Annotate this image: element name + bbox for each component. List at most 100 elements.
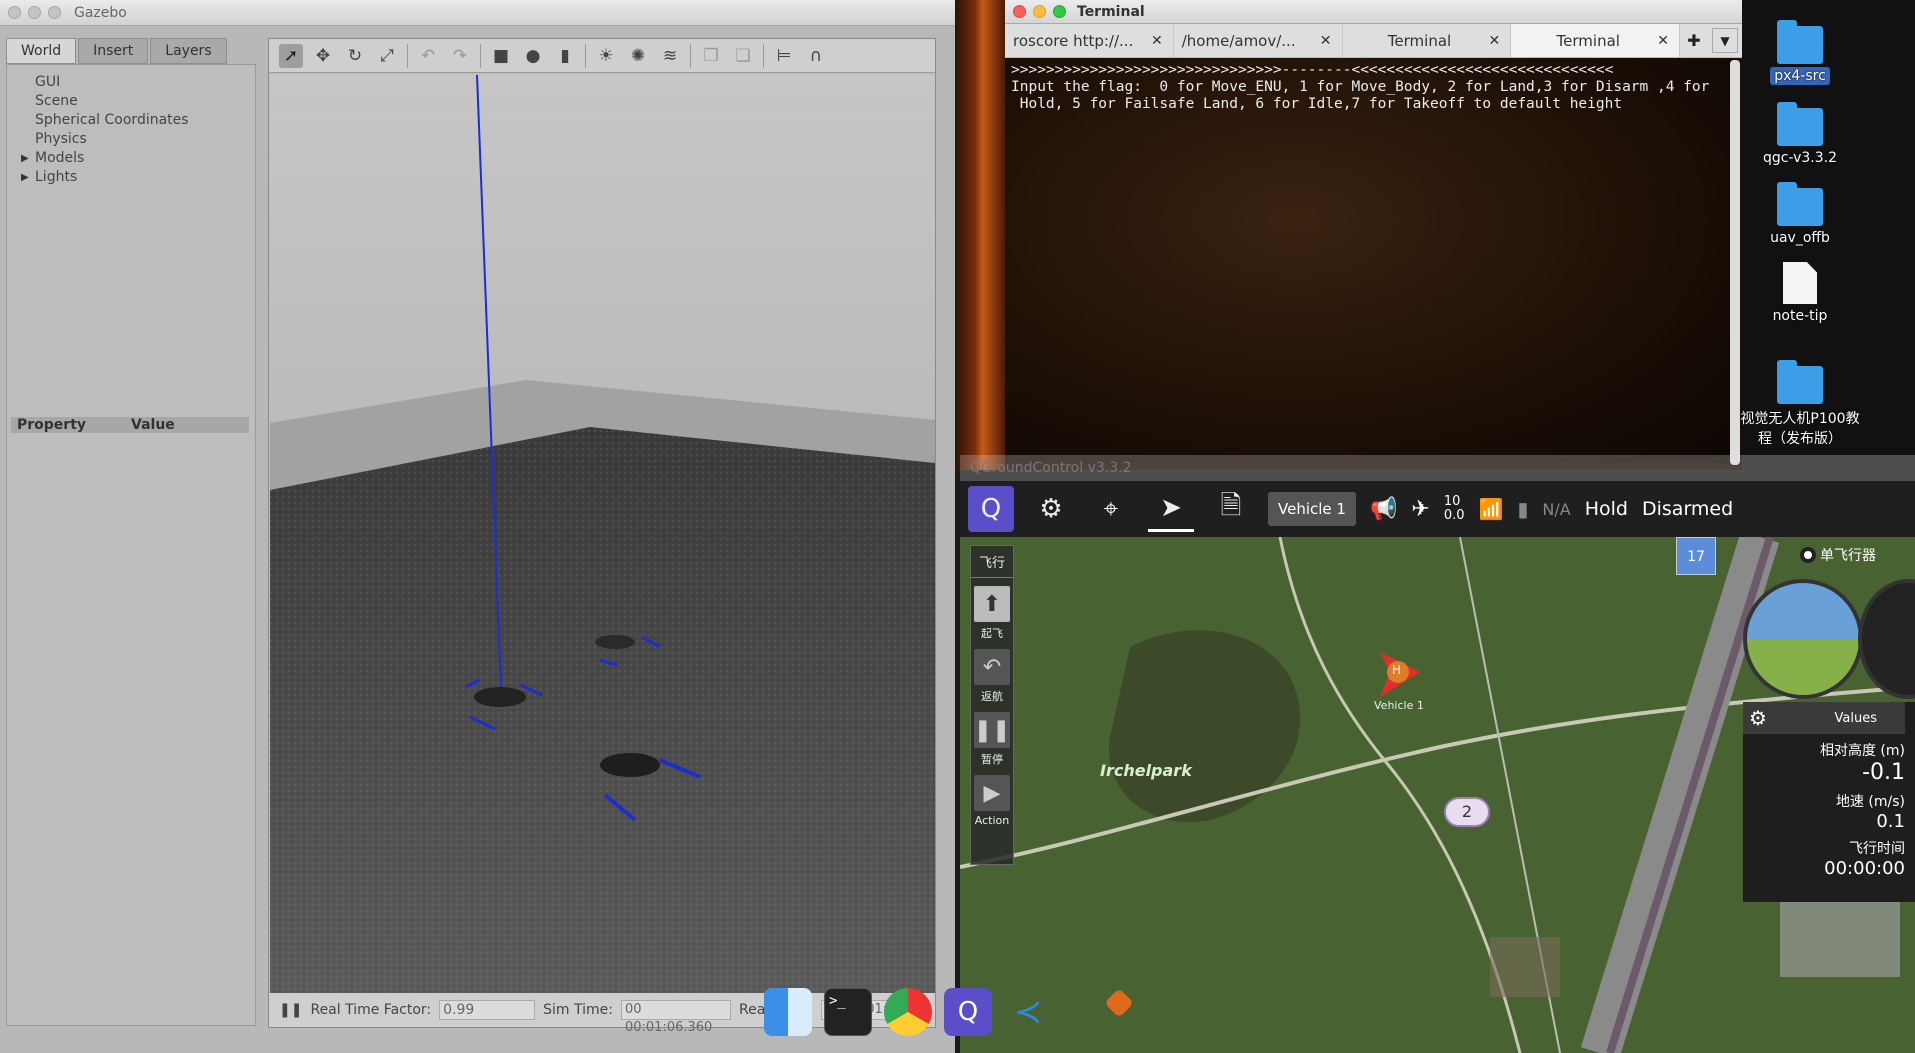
- battery-icon[interactable]: ▮: [1517, 497, 1528, 521]
- real-time-factor-field: 0.99: [439, 1000, 536, 1020]
- property-header: Property Value: [11, 417, 249, 433]
- close-icon[interactable]: ✕: [1489, 33, 1501, 49]
- cylinder-shape-icon[interactable]: ▮: [553, 44, 577, 68]
- redo-icon[interactable]: ↷: [448, 44, 472, 68]
- arm-state[interactable]: Disarmed: [1642, 498, 1733, 520]
- desktop-folder-uav-offb[interactable]: uav_offb: [1740, 182, 1860, 246]
- paste-icon[interactable]: ❏: [731, 44, 755, 68]
- takeoff-button[interactable]: ⬆: [974, 586, 1010, 622]
- flight-mode[interactable]: Hold: [1585, 498, 1628, 520]
- box-shape-icon[interactable]: ■: [489, 44, 513, 68]
- radio-button[interactable]: [1800, 547, 1816, 563]
- spot-light-icon[interactable]: ✺: [626, 44, 650, 68]
- qgc-app-icon[interactable]: Q: [944, 988, 992, 1036]
- gear-icon[interactable]: ⚙: [1749, 706, 1767, 730]
- close-icon[interactable]: ✕: [1151, 33, 1163, 49]
- satellite-map[interactable]: H Vehicle 1 Irchelpark 2 17 飞行 ⬆ 起飞 ↶ 返航…: [960, 537, 1915, 1053]
- desktop-folder-px4-src[interactable]: px4-src: [1740, 20, 1860, 85]
- qgroundcontrol-window: QGroundControl v3.3.2 Q ⚙ ⌖ ➤ 🗎 Vehicle …: [960, 455, 1915, 1053]
- expand-arrow-icon[interactable]: ▶: [21, 168, 29, 187]
- desktop-file-note-tip[interactable]: note-tip: [1740, 262, 1860, 324]
- vscode-icon[interactable]: ≺: [1004, 988, 1052, 1036]
- close-button[interactable]: [1013, 5, 1026, 18]
- vehicle-selector[interactable]: Vehicle 1: [1268, 492, 1356, 526]
- tree-item-lights[interactable]: ▶ Lights: [7, 168, 255, 187]
- analyze-document-icon[interactable]: 🗎: [1208, 486, 1254, 532]
- folder-icon: [1777, 360, 1823, 404]
- folder-icon: [1777, 102, 1823, 146]
- tree-item-models[interactable]: ▶ Models: [7, 149, 255, 168]
- render-viewport[interactable]: ➚ ✥ ↻ ⤢ ↶ ↷ ■ ● ▮ ☀ ✺ ≋ ❐ ❏ ⊨ ∩ ❚❚ Real …: [268, 38, 936, 1035]
- gps-hdop: 0.0: [1443, 508, 1465, 523]
- battery-value: N/A: [1542, 499, 1571, 519]
- world-tree: GUI Scene Spherical Coordinates Physics …: [7, 73, 255, 187]
- fly-paper-plane-icon[interactable]: ➤: [1148, 486, 1194, 532]
- zoom-badge[interactable]: 17: [1676, 537, 1716, 575]
- scale-icon[interactable]: ⤢: [375, 44, 399, 68]
- tree-item-gui[interactable]: GUI: [7, 73, 255, 92]
- desktop-folder-qgc[interactable]: qgc-v3.3.2: [1740, 102, 1860, 166]
- minimize-button[interactable]: [1033, 5, 1046, 18]
- fly-toolbar: 飞行 ⬆ 起飞 ↶ 返航 ❚❚ 暂停 ▶ Action: [970, 545, 1014, 865]
- point-light-icon[interactable]: ☀: [594, 44, 618, 68]
- single-vehicle-toggle[interactable]: 单飞行器: [1800, 545, 1876, 565]
- undo-icon[interactable]: ↶: [416, 44, 440, 68]
- document-icon: [1783, 262, 1817, 304]
- values-widget: ⚙ Values 相对高度 (m) -0.1 地速 (m/s) 0.1 飞行时间 …: [1743, 702, 1915, 902]
- plan-route-icon[interactable]: ⌖: [1088, 486, 1134, 532]
- waypoint-badge[interactable]: 2: [1444, 797, 1490, 827]
- tree-item-physics[interactable]: Physics: [7, 130, 255, 149]
- maximize-button[interactable]: [48, 6, 61, 19]
- translate-icon[interactable]: ✥: [311, 44, 335, 68]
- align-icon[interactable]: ⊨: [772, 44, 796, 68]
- settings-gears-icon[interactable]: ⚙: [1028, 486, 1074, 532]
- chrome-icon[interactable]: [884, 988, 932, 1036]
- qgc-titlebar: QGroundControl v3.3.2: [960, 455, 1915, 481]
- desktop-folder-p100[interactable]: 视觉无人机P100教程（发布版）: [1735, 360, 1865, 448]
- gazebo-toolbar: ➚ ✥ ↻ ⤢ ↶ ↷ ■ ● ▮ ☀ ✺ ≋ ❐ ❏ ⊨ ∩: [269, 39, 935, 73]
- pause-button[interactable]: ❚❚: [974, 712, 1010, 748]
- 3d-scene[interactable]: [270, 75, 935, 1015]
- chevron-down-icon[interactable]: ▼: [1712, 28, 1738, 53]
- action-button[interactable]: ▶: [974, 775, 1010, 811]
- sphere-shape-icon[interactable]: ●: [521, 44, 545, 68]
- megaphone-icon[interactable]: 📢: [1370, 497, 1397, 522]
- gazebo-titlebar: Gazebo: [0, 0, 955, 26]
- close-button[interactable]: [8, 6, 21, 19]
- rc-signal-icon[interactable]: 📶: [1479, 497, 1504, 521]
- expand-arrow-icon[interactable]: ▶: [21, 149, 29, 168]
- copy-icon[interactable]: ❐: [699, 44, 723, 68]
- tab-world[interactable]: World: [6, 38, 77, 64]
- dock: >_ Q ≺: [750, 988, 1160, 1053]
- map-place-label: Irchelpark: [1100, 761, 1192, 780]
- new-tab-icon[interactable]: ✚: [1680, 24, 1708, 57]
- satellite-icon[interactable]: ✈: [1411, 497, 1429, 522]
- tab-terminal-4[interactable]: Terminal ✕: [1511, 24, 1680, 57]
- tab-insert[interactable]: Insert: [78, 38, 149, 64]
- terminal-tabs: roscore http://... ✕ /home/amov/... ✕ Term…: [1005, 24, 1742, 58]
- gps-count: 10: [1443, 494, 1461, 509]
- tab-terminal-3[interactable]: Terminal ✕: [1343, 24, 1512, 57]
- qgc-logo-icon[interactable]: Q: [968, 486, 1014, 532]
- tab-home-amov[interactable]: /home/amov/... ✕: [1174, 24, 1343, 57]
- minimize-button[interactable]: [28, 6, 41, 19]
- tree-item-spherical[interactable]: Spherical Coordinates: [7, 111, 255, 130]
- folder-icon: [1777, 20, 1823, 64]
- terminal-app-icon[interactable]: >_: [824, 988, 872, 1036]
- pause-icon[interactable]: ❚❚: [279, 1002, 302, 1018]
- close-icon[interactable]: ✕: [1657, 33, 1669, 49]
- tree-item-scene[interactable]: Scene: [7, 92, 255, 111]
- directional-light-icon[interactable]: ≋: [658, 44, 682, 68]
- terminal-output[interactable]: >>>>>>>>>>>>>>>>>>>>>>>>>>>>>>>--------<…: [1005, 58, 1730, 463]
- rtl-button[interactable]: ↶: [974, 649, 1010, 685]
- app-launcher-icon[interactable]: [1104, 988, 1134, 1018]
- rotate-icon[interactable]: ↻: [343, 44, 367, 68]
- maximize-button[interactable]: [1053, 5, 1066, 18]
- tab-layers[interactable]: Layers: [150, 38, 227, 64]
- select-arrow-icon[interactable]: ➚: [279, 43, 303, 68]
- finder-icon[interactable]: [764, 988, 812, 1036]
- gazebo-window: Gazebo World Insert Layers GUI Scene Sph…: [0, 0, 955, 1053]
- close-icon[interactable]: ✕: [1320, 33, 1332, 49]
- tab-roscore[interactable]: roscore http://... ✕: [1005, 24, 1174, 57]
- snap-magnet-icon[interactable]: ∩: [804, 44, 828, 68]
